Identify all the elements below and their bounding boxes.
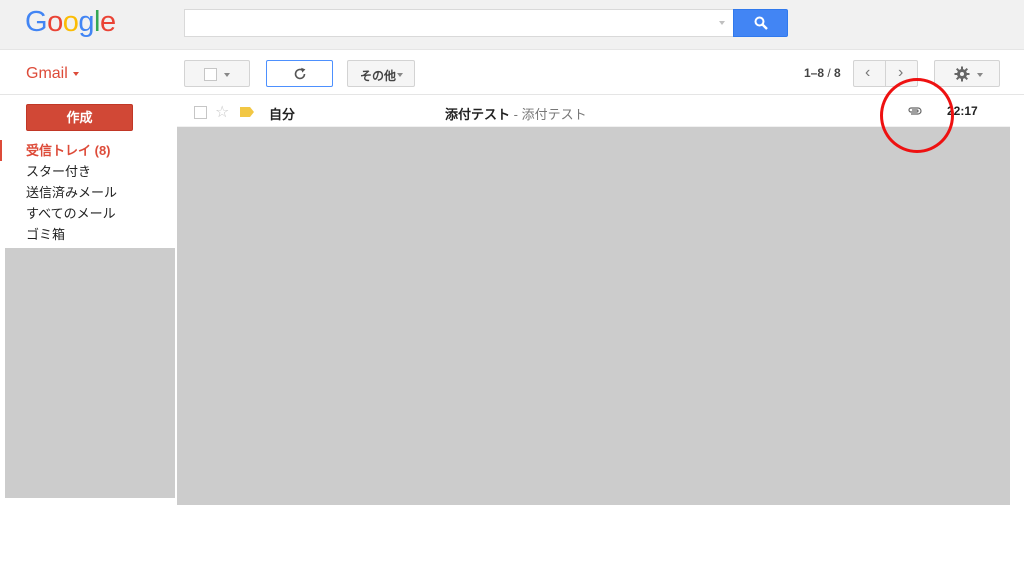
more-button[interactable]: その他 (347, 60, 415, 87)
settings-button[interactable] (934, 60, 1000, 87)
logo-letter: G (25, 6, 48, 38)
search-input[interactable] (184, 9, 733, 37)
page-separator: / (824, 66, 835, 80)
page-total: 8 (834, 66, 841, 80)
refresh-icon (294, 67, 306, 80)
sidebar-item-all-mail[interactable]: すべてのメール (0, 203, 175, 224)
gmail-label: Gmail (26, 65, 68, 82)
sidebar-item-trash[interactable]: ゴミ箱 (0, 224, 175, 245)
logo-letter: g (78, 6, 94, 38)
logo-letter: o (47, 6, 63, 38)
row-checkbox[interactable] (194, 106, 207, 119)
toolbar: Gmail その他 1–8 / 8 ‹ › (0, 51, 1024, 95)
sidebar-redacted-area (5, 248, 175, 498)
search-options-chevron-icon[interactable] (719, 21, 725, 25)
select-checkbox[interactable] (204, 68, 217, 81)
sidebar-item-starred[interactable]: スター付き (0, 161, 175, 182)
google-logo[interactable]: Google (25, 6, 116, 39)
gear-icon (954, 66, 970, 82)
message-subject: 添付テスト (445, 107, 511, 122)
top-bar: Google (0, 0, 1024, 50)
compose-button[interactable]: 作成 (26, 104, 133, 131)
message-snippet: - 添付テスト (510, 107, 587, 122)
logo-letter: o (62, 6, 79, 38)
chevron-down-icon (397, 73, 403, 77)
message-list-redacted-area (177, 127, 1010, 505)
chevron-right-icon: › (898, 64, 904, 81)
message-sender: 自分 (269, 107, 296, 122)
annotation-circle (880, 78, 954, 153)
search-icon (754, 16, 768, 30)
message-subject-line: 添付テスト - 添付テスト (445, 104, 587, 123)
more-label: その他 (360, 69, 397, 83)
logo-letter: e (99, 6, 116, 38)
chevron-down-icon (72, 71, 79, 76)
refresh-button[interactable] (266, 60, 333, 87)
page-range: 1–8 (804, 66, 825, 80)
star-icon[interactable]: ☆ (215, 102, 229, 122)
chevron-down-icon (977, 73, 983, 77)
sidebar-item-inbox[interactable]: 受信トレイ (8) (0, 140, 175, 161)
search-button[interactable] (733, 9, 788, 37)
importance-marker-icon[interactable] (240, 107, 254, 117)
chevron-left-icon: ‹ (865, 64, 871, 81)
page-count: 1–8 / 8 (804, 66, 841, 80)
gmail-app-switcher[interactable]: Gmail (26, 65, 79, 83)
newer-button[interactable]: ‹ (853, 60, 886, 87)
chevron-down-icon (224, 73, 230, 77)
sidebar-item-sent[interactable]: 送信済みメール (0, 182, 175, 203)
sidebar-nav: 受信トレイ (8) スター付き 送信済みメール すべてのメール ゴミ箱 (0, 140, 175, 245)
select-all-button[interactable] (184, 60, 250, 87)
